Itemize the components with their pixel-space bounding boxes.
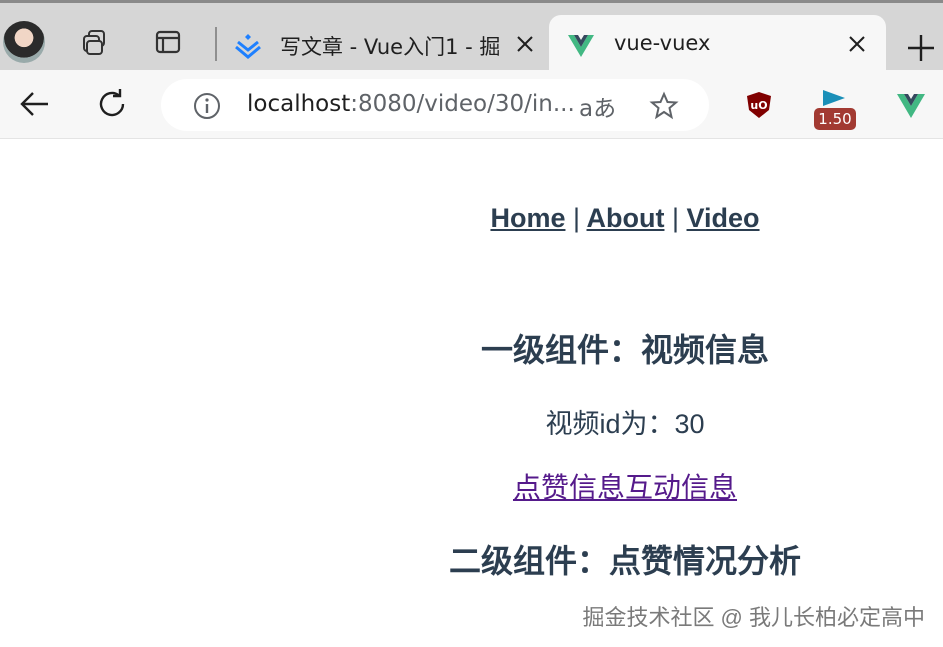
video-id-value: 30 xyxy=(674,409,705,439)
vue-devtools-icon[interactable] xyxy=(896,90,926,120)
workspaces-icon[interactable] xyxy=(80,27,110,57)
extension-badge: 1.50 xyxy=(814,108,856,130)
vue-logo-icon xyxy=(568,35,594,57)
level1-heading: 一级组件：视频信息 xyxy=(480,332,769,368)
close-tab-icon[interactable] xyxy=(512,31,538,57)
address-bar[interactable]: localhost:8080/video/30/in... aあ xyxy=(161,79,709,131)
close-tab-icon[interactable] xyxy=(844,31,870,57)
url-path: :8080/video/30/in... xyxy=(350,91,575,117)
tab-vue-vuex[interactable]: vue-vuex xyxy=(549,15,886,73)
site-info-icon[interactable] xyxy=(193,92,221,120)
browser-toolbar: localhost:8080/video/30/in... aあ uO xyxy=(0,70,943,139)
tab-separator xyxy=(215,27,217,61)
nav-home-link[interactable]: Home xyxy=(490,203,565,233)
video-id-label: 视频id为： xyxy=(545,409,675,439)
nav-video-link[interactable]: Video xyxy=(687,203,760,233)
read-aloud-button[interactable]: aあ xyxy=(579,89,616,123)
back-icon[interactable] xyxy=(17,86,53,122)
watermark: 掘金技术社区 @ 我儿长柏必定高中 xyxy=(582,605,925,630)
video-id-line: 视频id为：30 xyxy=(0,402,943,441)
level2-heading: 二级组件：点赞情况分析 xyxy=(448,543,801,579)
juejin-logo-icon xyxy=(235,34,261,59)
nav-separator: | xyxy=(572,203,580,233)
sub-route-links: 点赞信息互动信息 xyxy=(0,466,943,506)
vertical-tabs-icon[interactable] xyxy=(153,27,183,57)
tab-title: 写文章 - Vue入门1 - 掘金 xyxy=(280,35,500,59)
router-nav: Home | About | Video xyxy=(0,203,943,234)
tab-juejin[interactable]: 写文章 - Vue入门1 - 掘金 xyxy=(222,15,547,73)
url-host: localhost xyxy=(247,91,351,117)
tab-title: vue-vuex xyxy=(614,31,711,55)
ublock-origin-icon[interactable]: uO xyxy=(744,90,774,120)
new-tab-icon[interactable] xyxy=(904,31,938,65)
nav-about-link[interactable]: About xyxy=(587,203,665,233)
nav-separator: | xyxy=(671,203,679,233)
svg-text:uO: uO xyxy=(750,99,767,112)
likes-info-link[interactable]: 点赞信息 xyxy=(513,472,625,503)
favorite-star-icon[interactable] xyxy=(649,91,679,121)
profile-avatar[interactable] xyxy=(3,21,45,63)
url-text[interactable]: localhost:8080/video/30/in... xyxy=(247,91,575,117)
refresh-icon[interactable] xyxy=(94,86,130,122)
tab-strip: 写文章 - Vue入门1 - 掘金 vue-vuex xyxy=(0,0,943,73)
interaction-info-link[interactable]: 互动信息 xyxy=(625,472,737,503)
